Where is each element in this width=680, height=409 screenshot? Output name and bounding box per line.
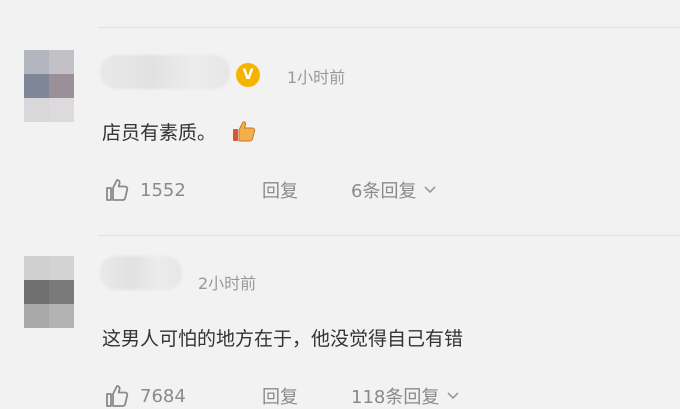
comment-text-row: 店员有素质。 <box>102 118 256 147</box>
replies-label: 118条回复 <box>351 387 440 408</box>
thumb-up-icon <box>106 385 129 407</box>
reply-button[interactable]: 回复 <box>262 177 298 203</box>
view-replies-button[interactable]: 118条回复 <box>351 383 459 409</box>
avatar[interactable] <box>24 256 74 328</box>
comment-time: 1小时前 <box>287 68 346 87</box>
like-button[interactable]: 7684 <box>104 383 186 409</box>
comment-time: 2小时前 <box>198 274 257 293</box>
like-count: 7684 <box>140 385 186 407</box>
replies-label: 6条回复 <box>351 181 417 202</box>
username-blurred[interactable] <box>100 256 182 290</box>
reply-label: 回复 <box>262 181 298 202</box>
like-count: 1552 <box>140 179 186 201</box>
avatar[interactable] <box>24 50 74 122</box>
username-blurred[interactable] <box>100 55 230 89</box>
divider <box>98 27 680 28</box>
thumbs-up-emoji <box>232 120 256 147</box>
comment-text: 店员有素质。 <box>102 122 217 144</box>
verified-badge-icon: V <box>236 63 260 87</box>
chevron-down-icon <box>424 186 437 194</box>
reply-button[interactable]: 回复 <box>262 383 298 409</box>
view-replies-button[interactable]: 6条回复 <box>351 177 437 203</box>
thumb-up-icon <box>106 179 129 201</box>
reply-label: 回复 <box>262 387 298 408</box>
chevron-down-icon <box>447 392 459 400</box>
comment-text-row: 这男人可怕的地方在于，他没觉得自己有错 <box>102 324 463 351</box>
divider <box>98 235 680 236</box>
comment-text: 这男人可怕的地方在于，他没觉得自己有错 <box>102 328 464 350</box>
like-button[interactable]: 1552 <box>104 177 186 203</box>
